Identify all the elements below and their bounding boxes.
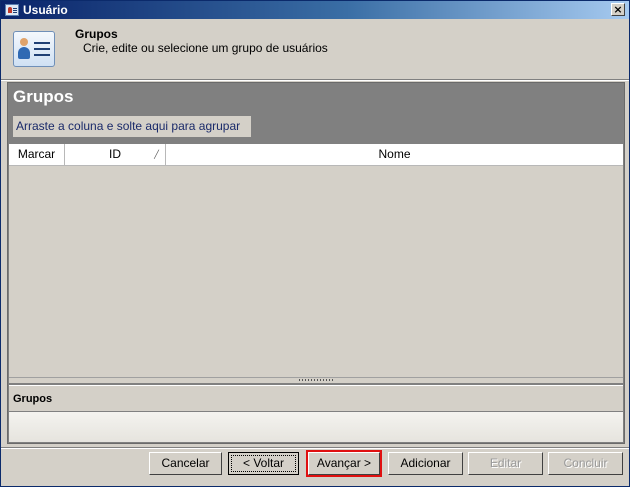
close-button[interactable]: × [611,3,625,16]
grid-header: Marcar ID ╱ Nome [9,144,623,166]
header-title: Grupos [75,27,118,41]
column-label-marcar: Marcar [17,147,56,161]
column-label-nome: Nome [378,147,411,161]
header-divider [1,79,629,81]
column-label-id: ID [109,147,121,161]
splitter-handle[interactable] [9,378,623,383]
next-button[interactable]: Avançar > [308,452,380,475]
user-wizard-window: Usuário × Grupos Crie, edite ou selecion… [0,0,630,487]
detail-header: Grupos [9,385,623,411]
group-by-area[interactable]: Arraste a coluna e solte aqui para agrup… [13,116,251,137]
title-bar: Usuário × [1,1,629,19]
app-icon [5,4,19,16]
edit-button[interactable]: Editar [468,452,543,475]
column-header-id[interactable]: ID ╱ [65,144,166,165]
wizard-header: Grupos Crie, edite ou selecione um grupo… [1,19,629,79]
add-button[interactable]: Adicionar [388,452,463,475]
window-title: Usuário [23,3,68,17]
groups-panel: Grupos Arraste a coluna e solte aqui par… [7,82,625,444]
detail-area [9,412,623,442]
panel-title: Grupos [13,87,74,106]
sort-ascending-icon: ╱ [154,150,159,159]
header-subtitle: Crie, edite ou selecione um grupo de usu… [83,41,328,55]
footer-divider [1,447,629,449]
grip-icon [299,379,335,381]
column-header-marcar[interactable]: Marcar [9,144,65,165]
finish-button[interactable]: Concluir [548,452,623,475]
column-header-nome[interactable]: Nome [166,144,623,165]
back-button[interactable]: < Voltar [228,452,299,475]
grid-body[interactable] [9,166,623,378]
detail-title: Grupos [13,393,53,405]
user-list-icon [13,31,55,67]
cancel-button[interactable]: Cancelar [149,452,222,475]
